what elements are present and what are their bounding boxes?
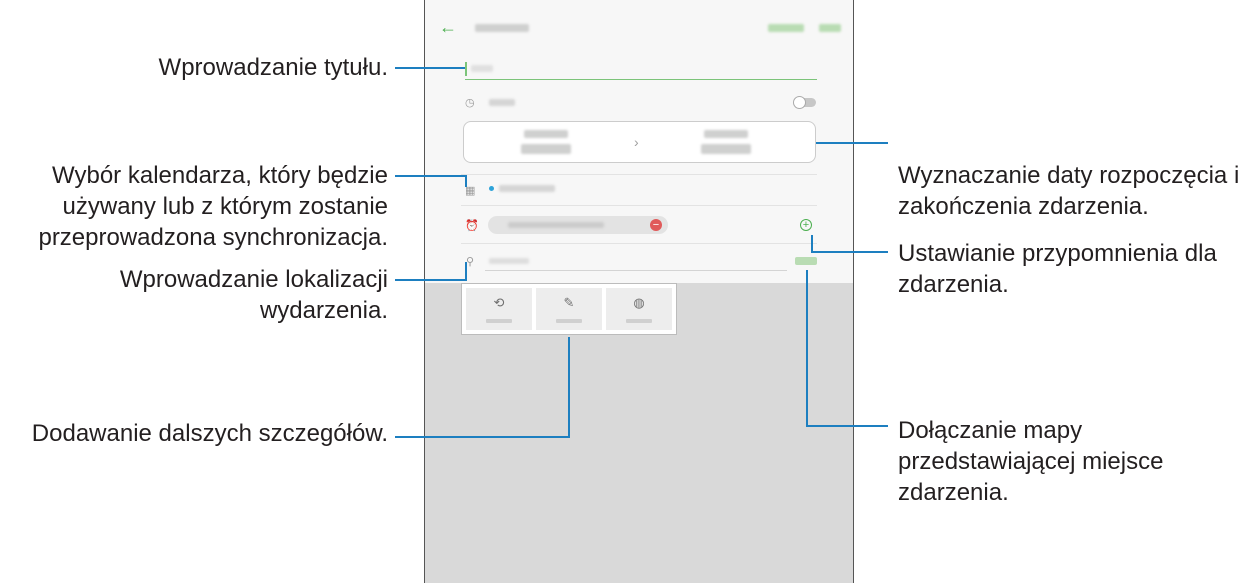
callout-map: Dołączanie mapy przedstawiającej miejsce… bbox=[898, 415, 1163, 508]
title-cursor bbox=[465, 62, 467, 76]
callout-dates: Wyznaczanie daty rozpoczęcia i zakończen… bbox=[898, 160, 1239, 222]
divider bbox=[461, 205, 817, 206]
time-zone-button[interactable]: ◍ bbox=[606, 288, 672, 330]
map-button[interactable] bbox=[795, 257, 817, 265]
divider bbox=[461, 174, 817, 175]
notes-button[interactable]: ✎ bbox=[536, 288, 602, 330]
callout-title: Wprowadzanie tytułu. bbox=[158, 54, 388, 81]
repeat-label bbox=[486, 319, 512, 323]
reminder-text bbox=[508, 222, 604, 228]
remove-reminder-icon[interactable]: − bbox=[650, 219, 662, 231]
time-zone-label bbox=[626, 319, 652, 323]
end-time[interactable] bbox=[701, 144, 751, 154]
location-pin-icon: ⚲ bbox=[466, 256, 475, 268]
callout-map-line-2: przedstawiającej miejsce bbox=[898, 448, 1164, 475]
back-arrow-icon[interactable]: ← bbox=[439, 18, 457, 36]
title-underline bbox=[465, 79, 817, 80]
calendar-color-dot bbox=[489, 186, 494, 191]
date-range-box[interactable]: › bbox=[463, 121, 816, 163]
notes-label bbox=[556, 319, 582, 323]
repeat-icon: ⟲ bbox=[493, 295, 505, 310]
callout-calendar: Wybór kalendarza, który będzie używany l… bbox=[38, 160, 388, 253]
callout-reminder-line-1: Ustawianie przypomnienia dla bbox=[898, 240, 1217, 267]
alarm-icon: ⏰ bbox=[465, 220, 479, 232]
callout-reminder: Ustawianie przypomnienia dla zdarzenia. bbox=[898, 238, 1217, 300]
notes-icon: ✎ bbox=[563, 295, 575, 310]
add-reminder-icon[interactable]: + bbox=[800, 219, 812, 231]
globe-icon: ◍ bbox=[633, 295, 645, 310]
start-date[interactable] bbox=[524, 130, 568, 138]
callout-details: Dodawanie dalszych szczegółów. bbox=[31, 420, 388, 447]
calendar-selector[interactable] bbox=[499, 185, 555, 192]
app-bar-title bbox=[475, 24, 529, 32]
reminder-chip[interactable] bbox=[488, 216, 668, 234]
all-day-label bbox=[489, 99, 515, 106]
app-bar: ← bbox=[425, 0, 853, 56]
save-button[interactable] bbox=[819, 24, 841, 32]
end-date[interactable] bbox=[704, 130, 748, 138]
all-day-toggle[interactable] bbox=[793, 96, 816, 109]
callout-dates-line-1: Wyznaczanie daty rozpoczęcia i bbox=[898, 162, 1240, 189]
start-time[interactable] bbox=[521, 144, 571, 154]
callout-location-line-1: Wprowadzanie lokalizacji bbox=[119, 266, 388, 293]
details-bar: ⟲ ✎ ◍ bbox=[461, 283, 677, 335]
calendar-icon: ▦ bbox=[465, 185, 476, 197]
callout-calendar-line-3: przeprowadzona synchronizacja. bbox=[38, 224, 388, 251]
callout-dates-line-2: zakończenia zdarzenia. bbox=[898, 193, 1149, 220]
cancel-button[interactable] bbox=[768, 24, 804, 32]
callout-calendar-line-1: Wybór kalendarza, który będzie bbox=[52, 162, 388, 189]
callout-location-line-2: wydarzenia. bbox=[259, 297, 388, 324]
callout-map-line-3: zdarzenia. bbox=[898, 479, 1009, 506]
location-input[interactable] bbox=[489, 258, 529, 264]
callout-location: Wprowadzanie lokalizacji wydarzenia. bbox=[120, 264, 388, 326]
chevron-right-icon: › bbox=[634, 134, 639, 150]
callout-calendar-line-2: używany lub z którym zostanie bbox=[62, 193, 388, 220]
tablet-screen: ← ◷ › ▦ ⏰ − + ⚲ ⟲ ✎ ◍ bbox=[424, 0, 854, 583]
repeat-button[interactable]: ⟲ bbox=[466, 288, 532, 330]
callout-reminder-line-2: zdarzenia. bbox=[898, 271, 1009, 298]
clock-icon: ◷ bbox=[465, 97, 475, 109]
event-form: ← ◷ › ▦ ⏰ − + ⚲ bbox=[425, 0, 853, 283]
title-input[interactable] bbox=[471, 65, 493, 72]
location-underline bbox=[485, 270, 787, 271]
callout-map-line-1: Dołączanie mapy bbox=[898, 417, 1083, 444]
divider bbox=[461, 243, 817, 244]
